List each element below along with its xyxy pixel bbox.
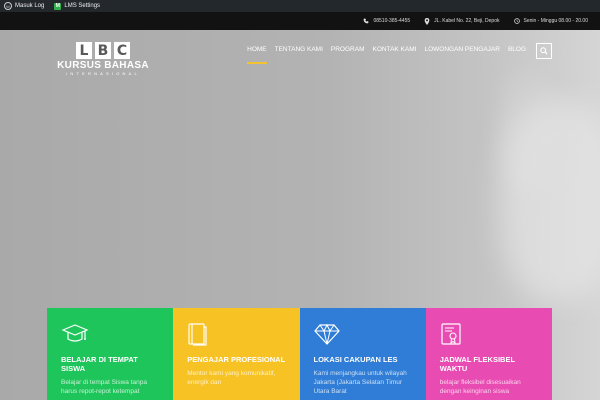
site-logo[interactable]: L B C KURSUS BAHASA INTERNASIONAL (48, 42, 158, 77)
main-navigation: HOME TENTANG KAMI PROGRAM KONTAK KAMI LO… (243, 44, 530, 64)
feature-desc: Belajar di tempat Siswa tanpa harus repo… (61, 379, 147, 395)
hours-info: Senin - Minggu 08.00 - 20.00 (513, 18, 589, 24)
logo-letter-l: L (76, 42, 92, 59)
admin-bar: W Masuk Log M LMS Settings (0, 0, 600, 12)
address-text: JL. Kabel No. 22, Beji, Depok (434, 18, 500, 24)
lms-settings-link[interactable]: LMS Settings (64, 3, 100, 9)
feature-title: LOKASI CAKUPAN LES (313, 355, 398, 364)
nav-kontak-kami[interactable]: KONTAK KAMI (369, 44, 421, 55)
phone-info: 08510-385-4455 (363, 18, 410, 24)
feature-title: PENGAJAR PROFESIONAL (187, 355, 286, 364)
logo-sub-text: INTERNASIONAL (66, 71, 140, 76)
nav-lowongan-pengajar[interactable]: LOWONGAN PENGAJAR (420, 44, 503, 55)
book-icon (187, 322, 286, 346)
map-marker-icon (424, 17, 430, 25)
logo-brand-text: KURSUS BAHASA (57, 60, 149, 71)
feature-desc: Kami menjangkau untuk wilayah Jakarta (J… (313, 370, 407, 395)
feature-cards: BELAJAR DI TEMPAT SISWA Belajar di tempa… (47, 308, 552, 400)
clock-icon (513, 18, 520, 24)
lms-settings-menu[interactable]: M LMS Settings (54, 2, 100, 10)
feature-desc: belajar fleksibel disesuaikan dengan kei… (439, 379, 521, 395)
contact-info-bar: 08510-385-4455 JL. Kabel No. 22, Beji, D… (0, 12, 600, 30)
opening-hours: Senin - Minggu 08.00 - 20.00 (523, 18, 589, 24)
login-link[interactable]: Masuk Log (15, 3, 44, 9)
nav-tentang-kami[interactable]: TENTANG KAMI (271, 44, 327, 55)
feature-desc: Mentor kami yang komunikatif, energik da… (187, 370, 276, 386)
feature-card-pengajar[interactable]: PENGAJAR PROFESIONAL Mentor kami yang ko… (173, 308, 300, 400)
nav-program[interactable]: PROGRAM (327, 44, 369, 55)
feature-card-belajar[interactable]: BELAJAR DI TEMPAT SISWA Belajar di tempa… (47, 308, 174, 400)
search-button[interactable] (536, 43, 552, 59)
feature-card-lokasi[interactable]: LOKASI CAKUPAN LES Kami menjangkau untuk… (299, 308, 426, 400)
feature-card-jadwal[interactable]: JADWAL FLEKSIBEL Waktu belajar fleksibel… (425, 308, 552, 400)
phone-icon (363, 18, 369, 24)
certificate-icon (440, 322, 539, 346)
address-info: JL. Kabel No. 22, Beji, Depok (424, 17, 500, 25)
lms-icon: M (54, 2, 62, 10)
phone-number: 08510-385-4455 (373, 18, 411, 24)
diamond-icon (313, 322, 413, 346)
nav-blog[interactable]: BLOG (504, 44, 530, 55)
nav-home[interactable]: HOME (243, 44, 271, 64)
feature-title: JADWAL FLEKSIBEL Waktu (439, 355, 515, 373)
wordpress-menu[interactable]: W Masuk Log (4, 2, 44, 10)
graduation-cap-icon (61, 322, 160, 346)
search-icon (540, 47, 548, 55)
wordpress-logo-icon: W (4, 2, 12, 10)
logo-letter-c: C (114, 42, 130, 59)
feature-title: BELAJAR DI TEMPAT SISWA (61, 355, 138, 373)
logo-letters: L B C (48, 42, 158, 59)
logo-letter-b: B (95, 42, 111, 59)
